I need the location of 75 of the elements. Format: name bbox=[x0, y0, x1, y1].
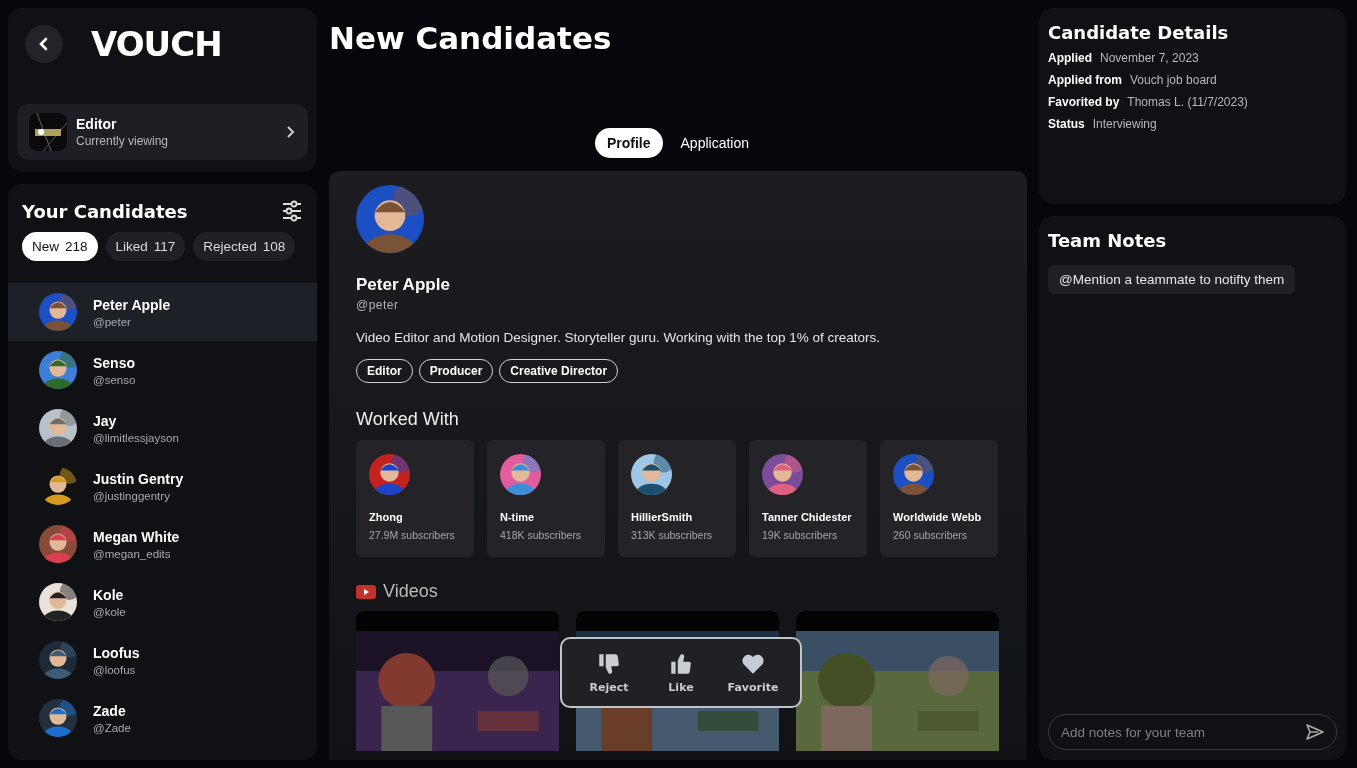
section-title: Videos bbox=[383, 581, 438, 602]
tab[interactable]: Application bbox=[668, 128, 762, 158]
field-value: Vouch job board bbox=[1130, 73, 1217, 87]
candidate-handle: @limitlessjayson bbox=[93, 431, 179, 444]
field-label: Favorited by bbox=[1048, 95, 1120, 109]
candidate-handle: @loofus bbox=[93, 663, 137, 676]
candidate-name: Zade bbox=[93, 702, 127, 719]
candidate-handle: @peter bbox=[93, 315, 132, 328]
creator-card[interactable]: N-time 418K subscribers bbox=[487, 440, 605, 557]
creator-name: Worldwide Webb bbox=[893, 511, 982, 523]
section-title: Candidate Details bbox=[1048, 22, 1230, 43]
profile-name: Peter Apple bbox=[356, 275, 451, 295]
candidate-name: Loofus bbox=[93, 644, 140, 661]
section-title: Worked With bbox=[356, 409, 460, 430]
thumbs-up-icon bbox=[668, 651, 694, 677]
candidate-name: Peter Apple bbox=[93, 296, 171, 313]
creator-card[interactable]: Zhong 27.9M subscribers bbox=[356, 440, 474, 557]
field-value: November 7, 2023 bbox=[1100, 51, 1199, 65]
filter-tab[interactable]: Rejected 108 bbox=[193, 232, 296, 261]
field-value: Interviewing bbox=[1092, 117, 1157, 131]
candidate-name: Jay bbox=[93, 412, 118, 429]
tab[interactable]: Profile bbox=[594, 128, 663, 158]
workspace-switcher[interactable]: Editor Currently viewing bbox=[17, 104, 308, 160]
candidate-item[interactable]: Megan White @megan_edits bbox=[8, 515, 317, 573]
back-button[interactable] bbox=[25, 25, 63, 63]
section-title: Your Candidates bbox=[22, 200, 188, 222]
action-button[interactable]: Favorite bbox=[720, 647, 786, 698]
candidate-handle: @kole bbox=[93, 605, 126, 618]
filter-tab[interactable]: Liked 117 bbox=[105, 232, 186, 261]
candidate-name: Kole bbox=[93, 586, 125, 603]
send-icon[interactable] bbox=[1305, 723, 1325, 741]
section-title: Team Notes bbox=[1048, 230, 1168, 251]
action-button[interactable]: Reject bbox=[576, 647, 642, 698]
filter-tab[interactable]: New 218 bbox=[22, 232, 98, 261]
mention-hint: @Mention a teammate to notifty them bbox=[1048, 265, 1296, 294]
profile-handle: @peter bbox=[356, 298, 400, 312]
field-label: Applied bbox=[1048, 51, 1092, 65]
candidate-name: Senso bbox=[93, 354, 136, 371]
field-label: Applied from bbox=[1048, 73, 1122, 87]
page-title: New Candidates bbox=[329, 19, 613, 58]
candidate-item[interactable]: Jay @limitlessjayson bbox=[8, 399, 317, 457]
candidate-name: Megan White bbox=[93, 528, 180, 545]
candidate-item[interactable]: Peter Apple @peter bbox=[8, 283, 317, 341]
creator-card[interactable]: HillierSmith 313K subscribers bbox=[618, 440, 736, 557]
candidate-name: Justin Gentry bbox=[93, 470, 184, 487]
candidate-item[interactable]: Zade @Zade bbox=[8, 689, 317, 747]
subscriber-count: 27.9M subscribers bbox=[369, 529, 456, 541]
creator-name: HillierSmith bbox=[631, 511, 693, 523]
field-label: Status bbox=[1048, 117, 1085, 131]
chevron-right-icon bbox=[286, 125, 296, 139]
filter-icon[interactable] bbox=[281, 200, 303, 222]
subscriber-count: 313K subscribers bbox=[631, 529, 714, 541]
candidate-handle: @megan_edits bbox=[93, 547, 172, 560]
creator-name: Tanner Chidester bbox=[762, 511, 852, 523]
subscriber-count: 19K subscribers bbox=[762, 529, 839, 541]
candidate-item[interactable]: Loofus @loofus bbox=[8, 631, 317, 689]
candidate-item[interactable]: Kole @kole bbox=[8, 573, 317, 631]
creator-name: Zhong bbox=[369, 511, 403, 523]
candidate-handle: @Zade bbox=[93, 721, 131, 734]
creator-name: N-time bbox=[500, 511, 535, 523]
logo: VOUCH bbox=[91, 24, 222, 64]
thumbs-down-icon bbox=[596, 651, 622, 677]
profile-bio: Video Editor and Motion Designer. Storyteller guru. Working with the top 1% of creators. bbox=[356, 330, 882, 345]
field-value: Thomas L. (11/7/2023) bbox=[1127, 95, 1248, 109]
candidate-handle: @justinggentry bbox=[93, 489, 171, 502]
subscriber-count: 418K subscribers bbox=[500, 529, 583, 541]
video-play-icon bbox=[356, 584, 376, 599]
action-button[interactable]: Like bbox=[648, 647, 714, 698]
creator-card[interactable]: Worldwide Webb 260 subscribers bbox=[880, 440, 998, 557]
candidate-handle: @senso bbox=[93, 373, 136, 386]
notes-input[interactable]: Add notes for your team bbox=[1048, 714, 1337, 750]
candidate-item[interactable]: Justin Gentry @justinggentry bbox=[8, 457, 317, 515]
creator-card[interactable]: Tanner Chidester 19K subscribers bbox=[749, 440, 867, 557]
candidate-item[interactable]: Senso @senso bbox=[8, 341, 317, 399]
subscriber-count: 260 subscribers bbox=[893, 529, 969, 541]
